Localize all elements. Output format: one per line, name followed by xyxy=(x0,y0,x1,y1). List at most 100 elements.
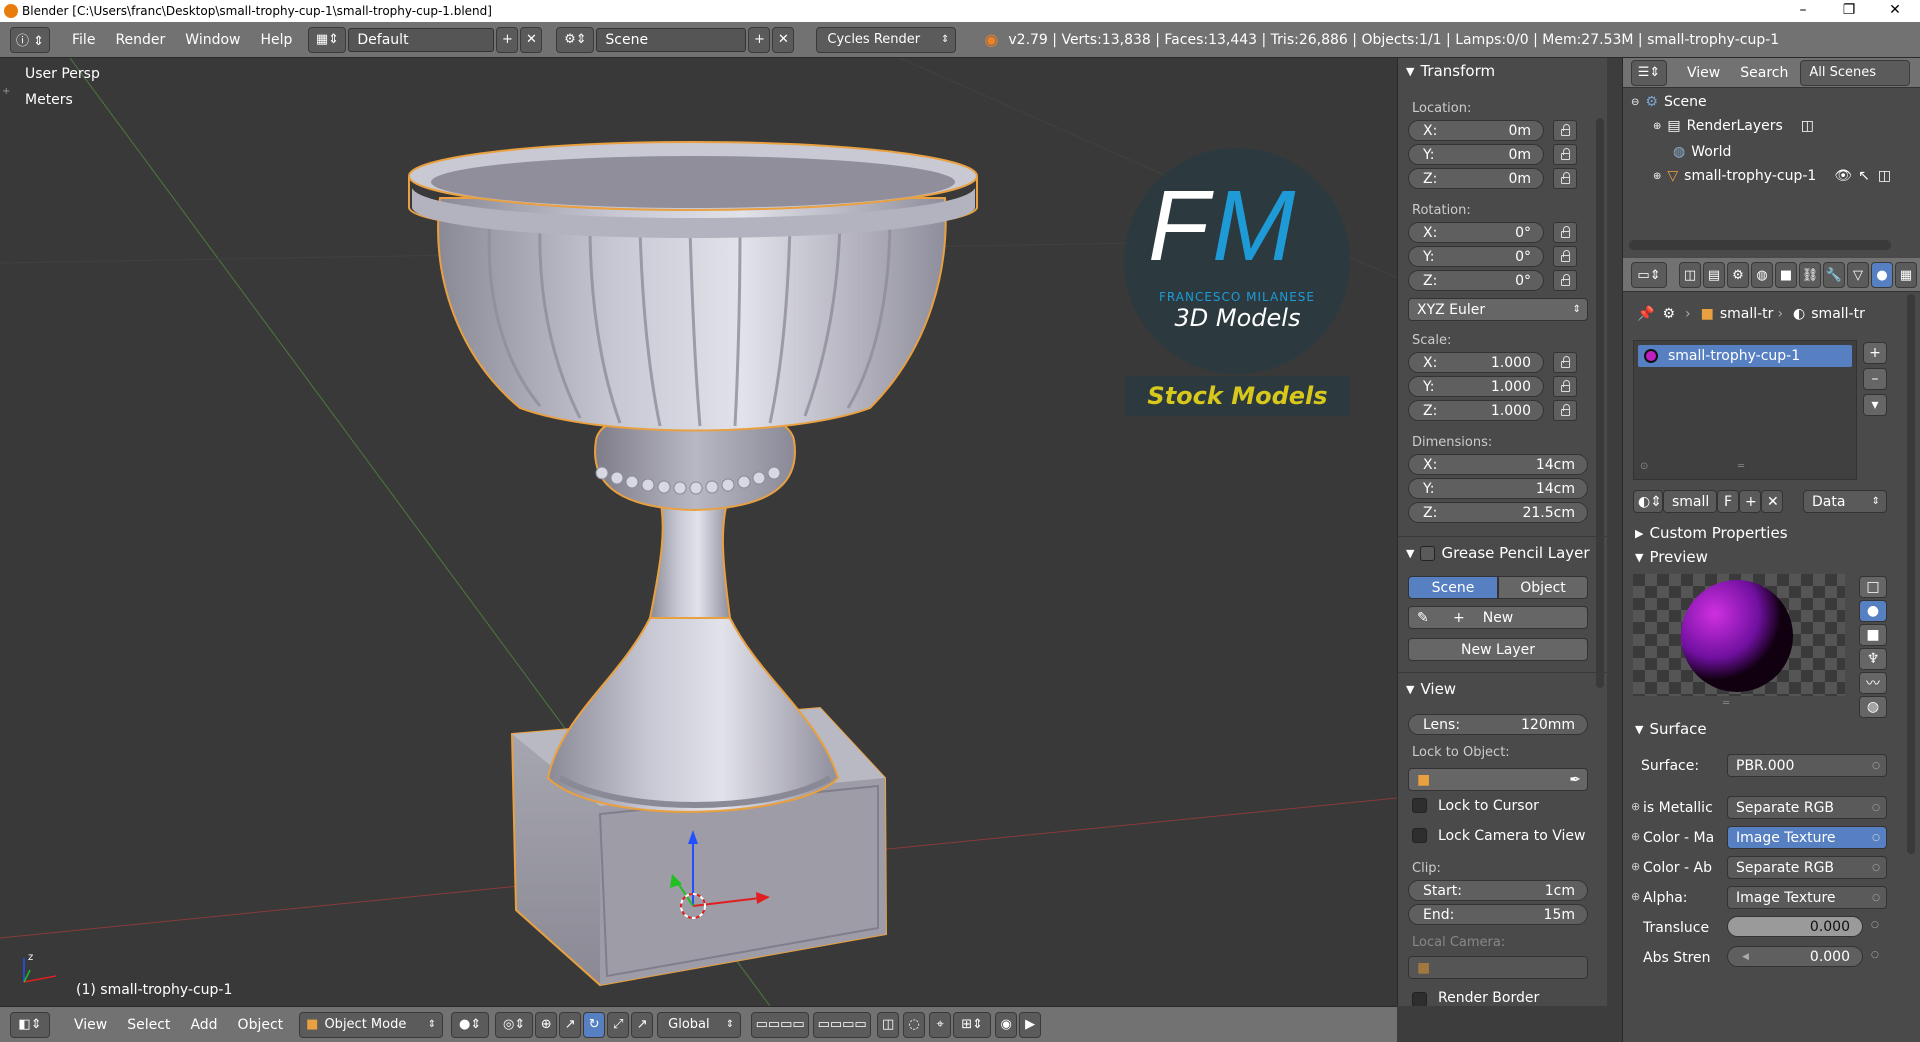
translate-manipulator-icon[interactable]: ↗ xyxy=(559,1011,582,1038)
link-type-select[interactable]: Data ⇕ xyxy=(1803,490,1887,513)
scene-field[interactable]: Scene xyxy=(596,27,747,52)
input-metallic-link[interactable]: Separate RGB ○ xyxy=(1727,796,1887,819)
material-browse-icon[interactable]: ◐⇕ xyxy=(1633,490,1663,513)
menu-select[interactable]: Select xyxy=(117,1017,180,1033)
lock-rotation-z-icon[interactable] xyxy=(1553,270,1577,291)
lock-location-z-icon[interactable] xyxy=(1553,168,1577,189)
rotation-y-field[interactable]: Y: 0° xyxy=(1408,246,1544,267)
location-y-field[interactable]: Y: 0m xyxy=(1408,144,1544,165)
outliner-row-world[interactable]: ◍ World xyxy=(1673,144,1731,160)
opengl-render-icon[interactable]: ◉ xyxy=(995,1011,1018,1038)
gp-scene-toggle[interactable]: Scene xyxy=(1408,576,1498,599)
clip-end-field[interactable]: End: 15m xyxy=(1408,904,1588,925)
tab-scene-icon[interactable]: ⚙ xyxy=(1727,262,1749,288)
select-arrow-icon[interactable]: ↖ xyxy=(1858,168,1870,184)
abs-stren-field[interactable]: ◀ 0.000 xyxy=(1727,946,1863,967)
rotation-mode-select[interactable]: XYZ Euler ⇕ xyxy=(1408,298,1588,321)
location-z-field[interactable]: Z: 0m xyxy=(1408,168,1544,189)
snap-element-icon[interactable]: ⊞⇕ xyxy=(953,1011,992,1038)
preview-flat-icon[interactable]: □ xyxy=(1859,576,1887,598)
preview-cube-icon[interactable]: ■ xyxy=(1859,624,1887,646)
viewport-shading-icon[interactable]: ●⇕ xyxy=(451,1011,490,1038)
mode-select[interactable]: ■ Object Mode ⇕ xyxy=(299,1011,444,1038)
lens-field[interactable]: Lens: 120mm xyxy=(1408,714,1588,735)
opengl-anim-icon[interactable]: ▶ xyxy=(1019,1011,1042,1038)
local-camera-field[interactable]: ■ xyxy=(1408,956,1588,979)
expand-color-ab-icon[interactable]: ⊕ xyxy=(1631,860,1640,873)
scale-manipulator-icon[interactable]: ⤢ xyxy=(607,1011,630,1038)
3d-viewport[interactable]: z User Persp Meters (1) small-trophy-cup… xyxy=(0,58,1397,1006)
transform-orientation-select[interactable]: Global ⇕ xyxy=(657,1011,742,1038)
tab-world-icon[interactable]: ◍ xyxy=(1751,262,1773,288)
trophy-stem[interactable] xyxy=(648,497,732,619)
layers-2-icon[interactable]: ▭▭▭▭ xyxy=(813,1011,872,1038)
preview-header[interactable]: ▼ Preview xyxy=(1627,544,1708,570)
manipulator-extra-icon[interactable]: ↗ xyxy=(631,1011,654,1038)
custom-properties-header[interactable]: ▶ Custom Properties xyxy=(1627,520,1788,546)
editor-type-3d-icon[interactable]: ◧⇕ xyxy=(10,1011,50,1038)
tab-texture-icon[interactable]: ▦ xyxy=(1895,262,1917,288)
add-scene-icon[interactable]: + xyxy=(748,26,771,53)
preview-grip-icon[interactable]: ═ xyxy=(1723,698,1729,709)
tab-constraints-icon[interactable]: ⛓ xyxy=(1799,262,1821,288)
remove-scene-icon[interactable]: ✕ xyxy=(772,26,795,53)
scale-x-field[interactable]: X: 1.000 xyxy=(1408,352,1544,373)
lock-camera-checkbox[interactable] xyxy=(1412,828,1427,843)
menu-add[interactable]: Add xyxy=(180,1017,227,1033)
tab-data-icon[interactable]: ▽ xyxy=(1847,262,1869,288)
scene-icon[interactable]: ⚙⇕ xyxy=(556,26,595,53)
input-color-ma-link[interactable]: Image Texture ○ xyxy=(1727,826,1887,849)
fake-user-toggle[interactable]: F xyxy=(1717,490,1739,513)
outliner-hscrollbar[interactable] xyxy=(1629,240,1891,250)
lock-rotation-x-icon[interactable] xyxy=(1553,222,1577,243)
tab-modifiers-icon[interactable]: 🔧 xyxy=(1823,262,1845,288)
dimensions-z-field[interactable]: Z: 21.5cm xyxy=(1408,502,1588,523)
tab-render-layers-icon[interactable]: ▤ xyxy=(1703,262,1725,288)
preview-hair-icon[interactable]: 〰 xyxy=(1859,672,1887,694)
expand-alpha-icon[interactable]: ⊕ xyxy=(1631,890,1640,903)
render-layer-toggle-icon[interactable]: ◫ xyxy=(1801,118,1814,134)
render-engine-select[interactable]: Cycles Render ⇕ xyxy=(816,26,957,53)
outliner-row-scene[interactable]: ⊖ ⚙ Scene xyxy=(1631,94,1707,110)
proportional-edit-icon[interactable]: ◌ xyxy=(903,1011,926,1038)
lock-scale-x-icon[interactable] xyxy=(1553,352,1577,373)
abs-socket-icon[interactable]: ○ xyxy=(1871,950,1879,960)
scale-y-field[interactable]: Y: 1.000 xyxy=(1408,376,1544,397)
layers-1-icon[interactable]: ▭▭▭▭ xyxy=(751,1011,810,1038)
visibility-eye-icon[interactable]: 👁 xyxy=(1834,168,1852,184)
slot-resize-icon[interactable]: ⊙ xyxy=(1640,461,1648,472)
unlink-material-icon[interactable]: ✕ xyxy=(1761,490,1783,513)
trophy-foot[interactable] xyxy=(546,617,840,813)
input-color-ab-link[interactable]: Separate RGB ○ xyxy=(1727,856,1887,879)
toolshelf-toggle-icon[interactable]: + xyxy=(2,86,12,97)
outliner-search-menu[interactable]: Search xyxy=(1730,65,1798,81)
screen-layout-field[interactable]: Default xyxy=(348,27,495,52)
clip-start-field[interactable]: Start: 1cm xyxy=(1408,880,1588,901)
view-header[interactable]: ▼ View xyxy=(1398,676,1456,702)
maximize-button[interactable]: ❐ xyxy=(1826,0,1872,22)
surface-node-select[interactable]: PBR.000 ○ xyxy=(1727,754,1887,777)
screen-layout-icon[interactable]: ▦⇕ xyxy=(308,26,347,53)
new-material-icon[interactable]: + xyxy=(1739,490,1761,513)
slot-specials-button[interactable]: ▾ xyxy=(1863,394,1887,416)
input-alpha-link[interactable]: Image Texture ○ xyxy=(1727,886,1887,909)
material-slot-row[interactable]: small-trophy-cup-1 xyxy=(1638,345,1852,367)
add-slot-button[interactable]: + xyxy=(1863,342,1887,364)
gp-object-toggle[interactable]: Object xyxy=(1498,576,1588,599)
lock-location-x-icon[interactable] xyxy=(1553,120,1577,141)
lock-layers-icon[interactable]: ◫ xyxy=(877,1011,900,1038)
properties-scrollbar[interactable] xyxy=(1907,294,1915,854)
location-x-field[interactable]: X: 0m xyxy=(1408,120,1544,141)
lock-object-field[interactable]: ■ ✒ xyxy=(1408,768,1588,791)
menu-render[interactable]: Render xyxy=(105,32,175,48)
trophy-bowl[interactable] xyxy=(408,141,978,432)
menu-view[interactable]: View xyxy=(64,1017,117,1033)
expand-color-ma-icon[interactable]: ⊕ xyxy=(1631,830,1640,843)
slot-grip-icon[interactable]: ═ xyxy=(1738,461,1744,472)
lock-to-cursor-checkbox[interactable] xyxy=(1412,798,1427,813)
lock-rotation-y-icon[interactable] xyxy=(1553,246,1577,267)
grease-pencil-checkbox[interactable] xyxy=(1420,545,1436,561)
close-button[interactable]: ✕ xyxy=(1872,0,1918,22)
outliner-row-renderlayers[interactable]: ⊕ ▤ RenderLayers ◫ xyxy=(1653,118,1814,134)
menu-object[interactable]: Object xyxy=(228,1017,294,1033)
